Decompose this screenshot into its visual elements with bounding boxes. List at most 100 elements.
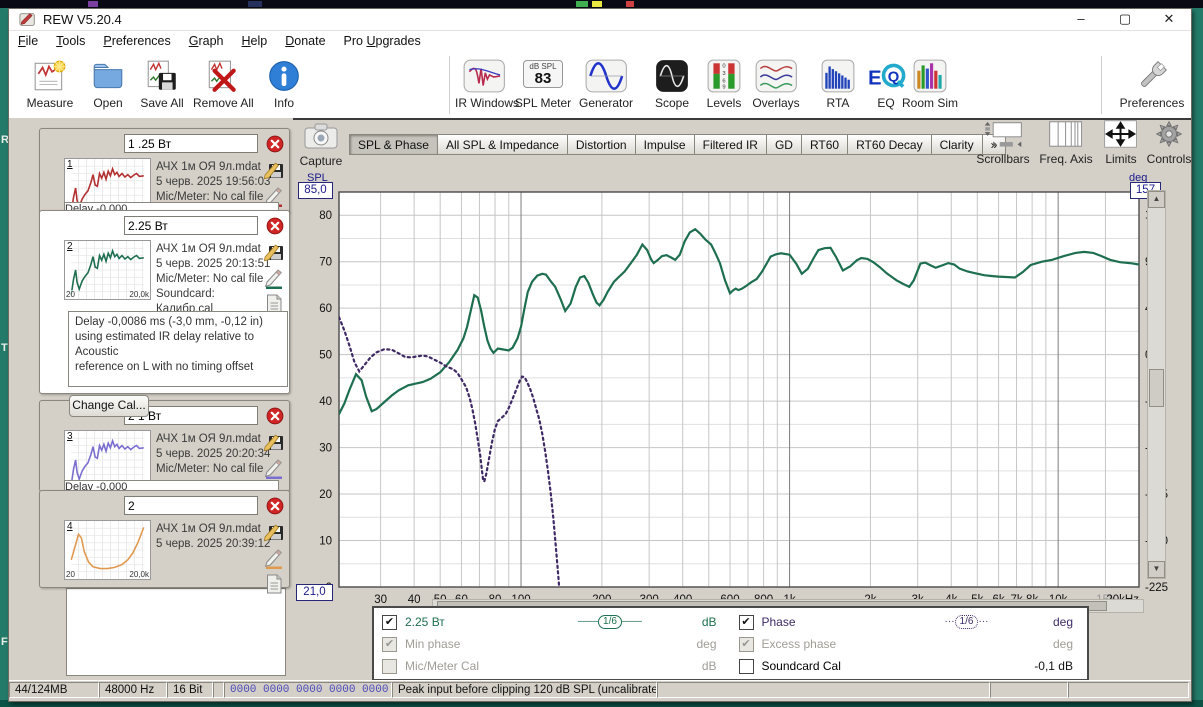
measurement-info-line: 5 черв. 2025 20:13:51 — [156, 257, 274, 272]
status-cell-5: Peak input before clipping 120 dB SPL (u… — [392, 682, 657, 698]
maximize-button[interactable]: ▢ — [1103, 9, 1147, 30]
desktop-text-fragment: T — [1, 342, 8, 354]
legend-checkbox-mic-meter-cal[interactable] — [382, 659, 397, 674]
smoothing-badge-area: ···1/6··· — [912, 615, 1022, 629]
smoothing-badge[interactable]: 1/6 — [598, 615, 622, 629]
change-cal-button[interactable]: Change Cal... — [69, 395, 149, 417]
menu-item-help[interactable]: Help — [233, 31, 277, 48]
measurement-thumbnail[interactable]: 22020,0k — [64, 240, 151, 300]
delete-measurement-button[interactable] — [266, 217, 284, 235]
legend-checkbox-soundcard-cal[interactable] — [739, 659, 754, 674]
measurement-panel-2[interactable]: 22020,0kАЧХ 1м ОЯ 9л.mdat5 черв. 2025 20… — [39, 210, 290, 394]
toolbar-button-open[interactable]: Open — [79, 58, 137, 110]
toolbar-button-label: Remove All — [193, 96, 251, 110]
toolbar-button-preferences[interactable]: Preferences — [1117, 58, 1187, 110]
tab-impulse[interactable]: Impulse — [635, 134, 695, 155]
graph-button-limits[interactable]: Limits — [1095, 119, 1147, 166]
legend-row-soundcard-cal: Soundcard Cal-0,1 dB — [731, 655, 1088, 677]
save-measurement-icon[interactable] — [263, 431, 285, 457]
toolbar-button-measure[interactable]: Measure — [21, 58, 79, 110]
measurement-name-input[interactable] — [124, 496, 258, 515]
menu-item-tools[interactable]: Tools — [47, 31, 94, 48]
menu-item-preferences[interactable]: Preferences — [94, 31, 179, 48]
scroll-up-icon[interactable]: ▲ — [1148, 191, 1165, 208]
svg-text:Q: Q — [888, 69, 900, 85]
close-button[interactable]: ✕ — [1147, 9, 1191, 30]
menu-item-file[interactable]: File — [9, 31, 47, 48]
chart-vertical-scrollbar[interactable]: ▲ ▼ — [1147, 190, 1166, 579]
menu-item-pro-upgrades[interactable]: Pro Upgrades — [335, 31, 430, 48]
thumb-axis-min: 20 — [66, 570, 75, 579]
legend-checkbox-min-phase[interactable]: ✔ — [382, 637, 397, 652]
tab-rt60[interactable]: RT60 — [801, 134, 848, 155]
toolbar-button-overlays[interactable]: Overlays — [747, 58, 805, 110]
save-measurement-icon[interactable] — [263, 241, 285, 267]
graph-button-controls[interactable]: Controls — [1143, 119, 1195, 166]
scope-icon — [643, 58, 701, 96]
toolbar-button-ir-windows[interactable]: IR Windows — [455, 58, 513, 110]
graph-button-freq-axis[interactable]: Freq. Axis — [1035, 119, 1097, 166]
menu-item-graph[interactable]: Graph — [180, 31, 233, 48]
tab-gd[interactable]: GD — [766, 134, 802, 155]
legend-checkbox-excess-phase[interactable]: ✔ — [739, 637, 754, 652]
menu-item-donate[interactable]: Donate — [276, 31, 334, 48]
status-cell-7 — [990, 682, 1068, 698]
tab-spl-phase[interactable]: SPL & Phase — [349, 134, 438, 155]
legend-checkbox-2-25-вт[interactable]: ✔ — [382, 615, 397, 630]
notes-icon[interactable] — [263, 573, 285, 599]
thumb-axis-max: 20,0k — [129, 570, 149, 579]
scroll-down-icon[interactable]: ▼ — [1148, 561, 1165, 578]
measurement-info-line: 5 черв. 2025 19:56:03 — [156, 175, 274, 190]
measurement-thumbnail[interactable]: 42020,0k — [64, 520, 151, 580]
delete-measurement-button[interactable] — [266, 407, 284, 425]
measurement-panel-1[interactable]: 12020,0kАЧХ 1м ОЯ 9л.mdat5 черв. 2025 19… — [39, 128, 290, 214]
toolbar-button-levels[interactable]: 0369Levels — [695, 58, 753, 110]
measurement-notes-box[interactable] — [66, 588, 286, 676]
edit-trace-icon[interactable] — [263, 267, 285, 293]
desktop: RTF REW V5.20.4 – ▢ ✕ FileToolsPreferenc… — [0, 0, 1203, 707]
status-cell-1: 48000 Hz — [99, 682, 167, 698]
tab-filtered-ir[interactable]: Filtered IR — [694, 134, 767, 155]
delete-measurement-button[interactable] — [266, 497, 284, 515]
measurement-name-input[interactable] — [124, 134, 258, 153]
graph-button-scrollbars[interactable]: Scrollbars — [971, 119, 1035, 166]
tab-all-spl-impedance[interactable]: All SPL & Impedance — [437, 134, 568, 155]
measurement-info-line: АЧХ 1м ОЯ 9л.mdat — [156, 522, 274, 537]
title-bar[interactable]: REW V5.20.4 – ▢ ✕ — [9, 9, 1191, 31]
toolbar-button-spl-meter[interactable]: dB SPL83SPL Meter — [514, 58, 572, 110]
measurement-panel-4[interactable]: 42020,0kАЧХ 1м ОЯ 9л.mdat5 черв. 2025 20… — [39, 490, 290, 588]
left-axis-max-input[interactable]: 85,0 — [298, 182, 333, 199]
capture-button[interactable]: Capture — [299, 121, 343, 168]
delete-measurement-button[interactable] — [266, 135, 284, 153]
minimize-button[interactable]: – — [1059, 9, 1103, 30]
smoothing-badge[interactable]: 1/6 — [955, 615, 979, 629]
toolbar-button-room-sim[interactable]: Room Sim — [901, 58, 959, 110]
spl-phase-chart[interactable]: 8070605040302010013590450-45-90-135-180-… — [293, 169, 1191, 609]
open-icon — [79, 58, 137, 96]
measurement-name-input[interactable] — [124, 216, 258, 235]
svg-text:9: 9 — [722, 85, 725, 91]
svg-text:60: 60 — [319, 303, 332, 315]
tab-distortion[interactable]: Distortion — [567, 134, 636, 155]
toolbar-button-info[interactable]: Info — [255, 58, 313, 110]
edit-trace-icon[interactable] — [263, 547, 285, 573]
toolbar-button-save-all[interactable]: Save All — [133, 58, 191, 110]
legend-unit: deg — [1022, 615, 1088, 629]
freq-axis-min-input[interactable]: 21,0 — [296, 584, 333, 601]
save-measurement-icon[interactable] — [263, 521, 285, 547]
svg-text:3: 3 — [722, 71, 725, 77]
main-toolbar: MeasureOpenSave AllRemove All Info IR Win… — [9, 54, 1191, 120]
measurement-actions — [263, 431, 285, 483]
freq-axis-icon — [1045, 136, 1086, 153]
legend-checkbox-phase[interactable]: ✔ — [739, 615, 754, 630]
toolbar-button-generator[interactable]: Generator — [577, 58, 635, 110]
info-icon — [255, 58, 313, 96]
toolbar-button-label: Scope — [643, 96, 701, 110]
toolbar-button-remove-all[interactable]: Remove All — [193, 58, 251, 110]
toolbar-button-scope[interactable]: Scope — [643, 58, 701, 110]
svg-text:80: 80 — [319, 210, 332, 222]
tab-rt60-decay[interactable]: RT60 Decay — [847, 134, 931, 155]
limits-icon — [1102, 136, 1139, 153]
save-measurement-icon[interactable] — [263, 159, 285, 185]
vertical-scroll-thumb[interactable] — [1149, 369, 1164, 407]
